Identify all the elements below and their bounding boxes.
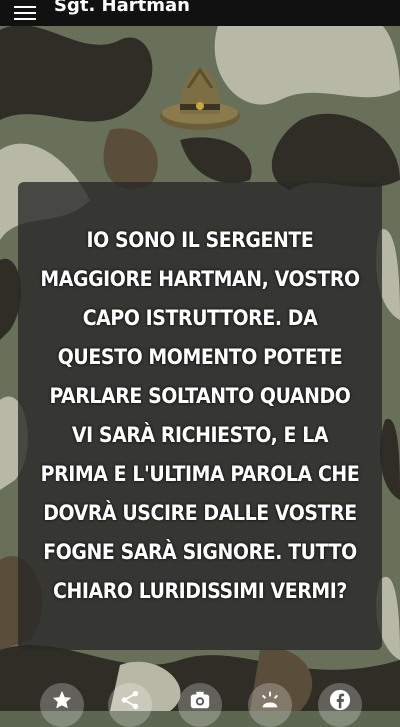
favorite-button[interactable] — [40, 683, 84, 727]
share-button[interactable] — [108, 683, 152, 727]
camera-icon — [190, 691, 210, 709]
light-button[interactable] — [248, 683, 292, 727]
menu-icon[interactable] — [14, 6, 36, 20]
facebook-icon — [329, 689, 351, 711]
camera-button[interactable] — [178, 683, 222, 727]
quote-card: IO SONO IL SERGENTE MAGGIORE HARTMAN, VO… — [18, 182, 382, 650]
bottom-action-bar — [0, 683, 400, 727]
facebook-button[interactable] — [318, 683, 362, 727]
app-title: Sgt. Hartman — [54, 0, 190, 16]
star-icon — [52, 690, 72, 709]
quote-text: IO SONO IL SERGENTE MAGGIORE HARTMAN, VO… — [40, 228, 360, 603]
drill-sergeant-hat-icon — [158, 58, 242, 136]
light-icon — [262, 691, 278, 708]
app-bar: Sgt. Hartman — [0, 0, 400, 26]
share-icon — [121, 690, 139, 710]
